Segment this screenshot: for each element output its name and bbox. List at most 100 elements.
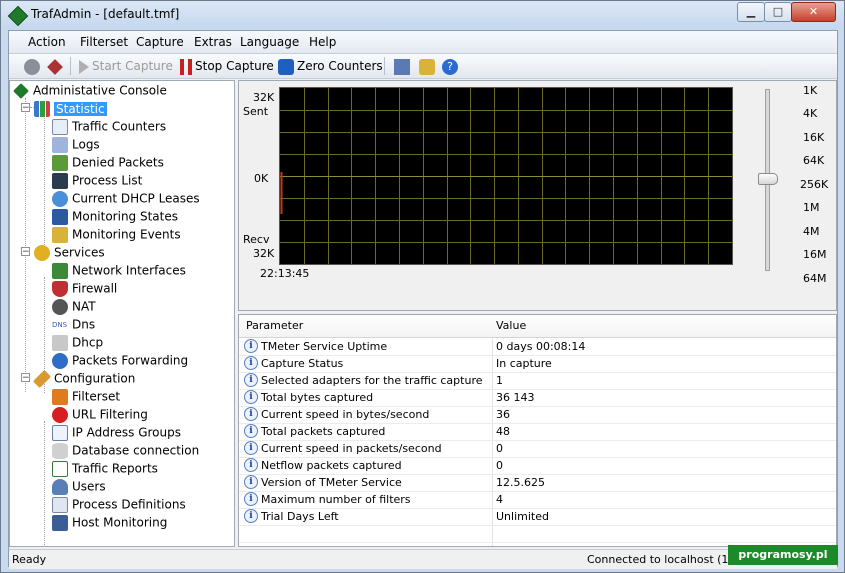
parameter-value: Unlimited <box>496 510 549 523</box>
close-button[interactable]: ✕ <box>791 2 836 22</box>
scale-slider-thumb[interactable] <box>758 173 778 185</box>
funnel-icon <box>52 388 68 405</box>
scale-label: 4K <box>803 107 818 120</box>
tree-item-traffic-reports[interactable]: Traffic Reports <box>52 459 158 477</box>
tree-item-monitoring-events[interactable]: Monitoring Events <box>52 225 181 243</box>
collapse-configuration-toggle[interactable]: − <box>21 373 30 383</box>
event-icon <box>52 226 68 243</box>
zero-counters-icon <box>278 58 294 75</box>
minimize-button[interactable]: ▁ <box>737 2 765 22</box>
tree-configuration[interactable]: Configuration <box>32 369 135 388</box>
zero-counters-button[interactable]: Zero Counters <box>278 57 383 75</box>
info-icon: i <box>244 356 258 370</box>
parameter-name: Current speed in packets/second <box>261 442 442 455</box>
tree-root[interactable]: Administative Console <box>13 81 167 99</box>
tree-item-logs[interactable]: Logs <box>52 135 100 153</box>
column-header-parameter[interactable]: Parameter <box>246 319 303 332</box>
watermark-logo: programosy.pl <box>728 545 838 565</box>
menu-language[interactable]: Language <box>240 35 299 49</box>
report-icon <box>52 460 68 477</box>
collapse-services-toggle[interactable]: − <box>21 247 30 257</box>
tree-item-database-connection[interactable]: Database connection <box>52 441 199 459</box>
tree-item-host-monitoring[interactable]: Host Monitoring <box>52 513 167 531</box>
parameter-name: Maximum number of filters <box>261 493 411 506</box>
tree-item-dhcp-leases[interactable]: Current DHCP Leases <box>52 189 200 207</box>
gear-icon <box>34 244 50 261</box>
menu-capture[interactable]: Capture <box>136 35 184 49</box>
info-icon: i <box>244 475 258 489</box>
table-row[interactable] <box>239 525 836 543</box>
bar-chart-icon <box>34 100 50 117</box>
tree-item-network-interfaces[interactable]: Network Interfaces <box>52 261 186 279</box>
table-row[interactable]: i Trial Days Left Unlimited <box>239 508 836 526</box>
menu-help[interactable]: Help <box>309 35 336 49</box>
console-icon <box>13 82 29 99</box>
tree-item-nat[interactable]: NAT <box>52 297 96 315</box>
log-icon[interactable] <box>394 57 413 75</box>
parameter-value: 0 <box>496 442 503 455</box>
info-icon: i <box>244 509 258 523</box>
tree-item-ip-address-groups[interactable]: IP Address Groups <box>52 423 181 441</box>
navigation-tree[interactable]: Administative Console − Statistic Traffi… <box>9 80 235 547</box>
parameter-value: 48 <box>496 425 510 438</box>
parameter-name: Version of TMeter Service <box>261 476 402 489</box>
tree-line <box>44 421 45 546</box>
table-row[interactable]: i Netflow packets captured 0 <box>239 457 836 475</box>
parameter-name: Current speed in bytes/second <box>261 408 430 421</box>
collapse-statistic-toggle[interactable]: − <box>21 103 30 113</box>
tree-item-url-filtering[interactable]: URL Filtering <box>52 405 148 423</box>
column-header-value[interactable]: Value <box>496 319 526 332</box>
tree-services[interactable]: Services <box>34 243 105 261</box>
table-row[interactable]: i TMeter Service Uptime 0 days 00:08:14 <box>239 338 836 356</box>
scale-label: 16M <box>803 248 827 261</box>
tree-item-packets-forwarding[interactable]: Packets Forwarding <box>52 351 188 369</box>
tree-item-dns[interactable]: DNS Dns <box>52 315 95 333</box>
parameters-grid[interactable]: Parameter Value i TMeter Service Uptime 0 … <box>238 314 837 560</box>
traffic-graph <box>279 87 733 265</box>
tree-item-process-list[interactable]: Process List <box>52 171 142 189</box>
disconnect-icon[interactable] <box>47 57 66 75</box>
table-row[interactable]: i Capture Status In capture <box>239 355 836 373</box>
info-icon: i <box>244 458 258 472</box>
table-row[interactable]: i Current speed in packets/second 0 <box>239 440 836 458</box>
table-row[interactable]: i Total bytes captured 36 143 <box>239 389 836 407</box>
maximize-button[interactable]: □ <box>764 2 792 22</box>
toolbar-separator <box>70 57 71 75</box>
lock-icon[interactable] <box>419 57 438 75</box>
recv-scale-label: 32K <box>253 247 275 260</box>
toolbar: Start Capture Stop Capture Zero Counters… <box>9 54 837 79</box>
recv-label: Recv <box>243 233 270 246</box>
tree-statistic[interactable]: Statistic <box>34 99 107 117</box>
help-icon[interactable]: ? <box>442 57 461 75</box>
start-capture-button[interactable]: Start Capture <box>79 57 173 75</box>
table-row[interactable]: i Maximum number of filters 4 <box>239 491 836 509</box>
info-icon: i <box>244 407 258 421</box>
tree-item-monitoring-states[interactable]: Monitoring States <box>52 207 178 225</box>
parameter-name: Total packets captured <box>261 425 386 438</box>
parameter-name: Trial Days Left <box>261 510 339 523</box>
tree-item-dhcp[interactable]: Dhcp <box>52 333 103 351</box>
menu-filterset[interactable]: Filterset <box>80 35 128 49</box>
menu-extras[interactable]: Extras <box>194 35 232 49</box>
tree-item-users[interactable]: Users <box>52 477 106 495</box>
title-bar[interactable]: TrafAdmin - [default.tmf] ▁ □ ✕ <box>1 1 844 29</box>
parameter-value: 0 <box>496 459 503 472</box>
menu-action[interactable]: Action <box>28 35 66 49</box>
tree-item-filterset[interactable]: Filterset <box>52 387 120 405</box>
table-row[interactable]: i Total packets captured 48 <box>239 423 836 441</box>
stop-capture-label: Stop Capture <box>195 59 274 73</box>
menu-bar: Action Filterset Capture Extras Language… <box>9 31 837 54</box>
settings-icon[interactable] <box>24 57 43 75</box>
tree-item-traffic-counters[interactable]: Traffic Counters <box>52 117 166 135</box>
tree-item-process-definitions[interactable]: Process Definitions <box>52 495 186 513</box>
table-row[interactable]: i Version of TMeter Service 12.5.625 <box>239 474 836 492</box>
tree-item-denied-packets[interactable]: Denied Packets <box>52 153 164 171</box>
scale-label: 4M <box>803 225 820 238</box>
stop-capture-button[interactable]: Stop Capture <box>180 57 274 75</box>
table-row[interactable]: i Current speed in bytes/second 36 <box>239 406 836 424</box>
tree-item-firewall[interactable]: Firewall <box>52 279 117 297</box>
table-row[interactable]: i Selected adapters for the traffic captu… <box>239 372 836 390</box>
info-icon: i <box>244 339 258 353</box>
parameter-value: 4 <box>496 493 503 506</box>
sent-label: Sent <box>243 105 269 118</box>
